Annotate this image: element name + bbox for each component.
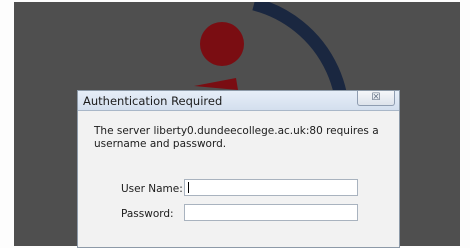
dialog-message: The server liberty0.dundeecollege.ac.uk:… [94,125,379,150]
authentication-dialog: Authentication Required ☒ The server lib… [77,90,400,248]
text-caret [188,182,189,193]
password-field[interactable] [184,204,358,221]
logo-wedge [194,78,238,90]
username-field[interactable] [184,179,358,196]
dialog-title: Authentication Required [83,94,223,108]
close-icon: ☒ [371,92,381,103]
dialog-titlebar: Authentication Required ☒ [78,91,399,111]
username-label: User Name: [121,183,183,195]
logo-dot [200,22,244,66]
password-label: Password: [121,208,174,220]
close-button[interactable]: ☒ [357,91,395,106]
